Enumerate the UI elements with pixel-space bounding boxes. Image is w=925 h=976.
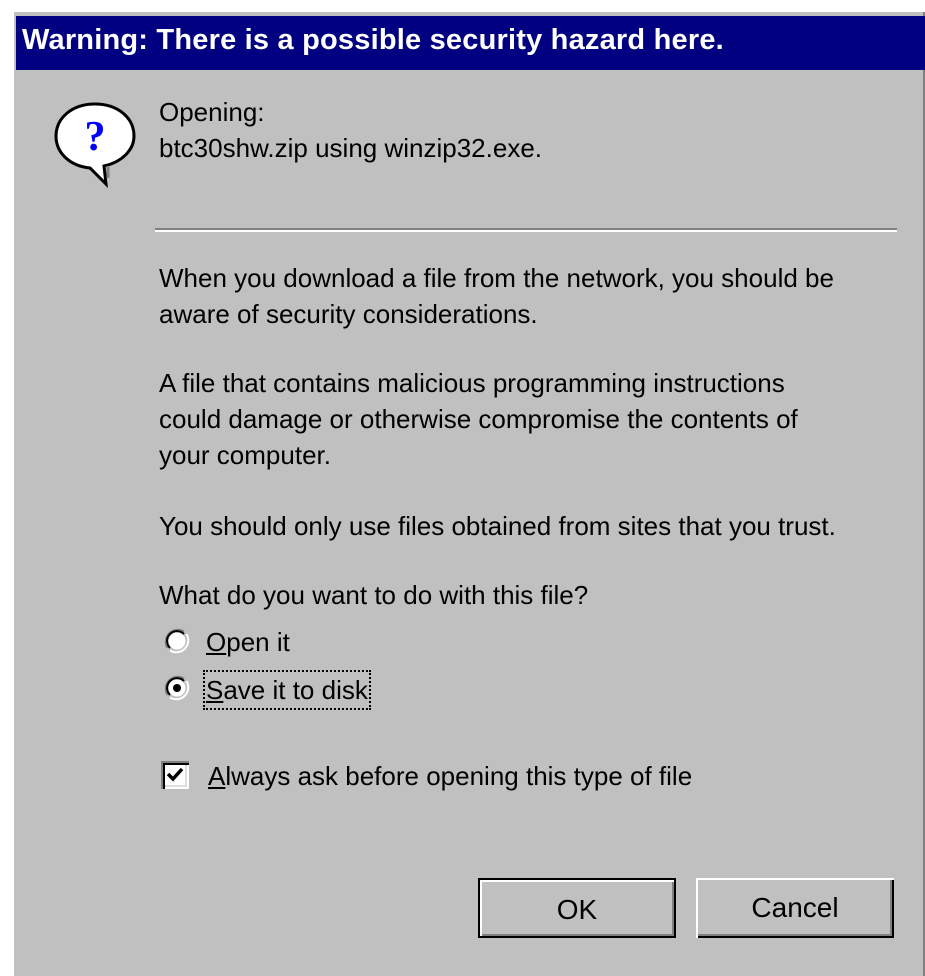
always-ask-mnemonic: A [208, 761, 226, 791]
save-text: ave it to disk [223, 675, 368, 705]
radio-save-to-disk-label[interactable]: Save it to disk [203, 670, 371, 710]
always-ask-text: lways ask before opening this type of fi… [225, 761, 693, 791]
checkmark-icon [166, 767, 184, 782]
question-text: What do you want to do with this file? [159, 580, 589, 610]
open-it-mnemonic: O [206, 627, 227, 657]
paragraph2-line1: A file that contains malicious programmi… [159, 368, 785, 398]
save-mnemonic: S [206, 675, 224, 705]
always-ask-checkbox[interactable] [161, 761, 189, 789]
paragraph3: You should only use files obtained from … [159, 511, 836, 541]
open-it-text: pen it [226, 627, 290, 657]
ok-button[interactable]: OK [478, 878, 676, 938]
opening-label: Opening: [159, 97, 265, 127]
radio-save-to-disk[interactable] [164, 675, 190, 701]
radio-open-it[interactable] [164, 628, 190, 654]
cancel-button[interactable]: Cancel [696, 878, 894, 938]
dialog-title: Warning: There is a possible security ha… [22, 24, 724, 56]
paragraph2-line2: could damage or otherwise compromise the… [159, 404, 798, 434]
security-warning-dialog: Warning: There is a possible security ha… [12, 10, 925, 976]
opening-file: btc30shw.zip using winzip32.exe. [159, 133, 543, 163]
paragraph1-line1: When you download a file from the networ… [159, 263, 834, 293]
paragraph2-line3: your computer. [159, 440, 331, 470]
question-balloon-icon: ? [54, 102, 136, 188]
paragraph1-line2: aware of security considerations. [159, 299, 538, 329]
always-ask-label[interactable]: Always ask before opening this type of f… [208, 759, 692, 793]
separator [155, 228, 897, 232]
svg-text:?: ? [85, 114, 106, 160]
radio-open-it-label[interactable]: Open it [206, 625, 290, 659]
title-bar[interactable]: Warning: There is a possible security ha… [16, 16, 925, 70]
